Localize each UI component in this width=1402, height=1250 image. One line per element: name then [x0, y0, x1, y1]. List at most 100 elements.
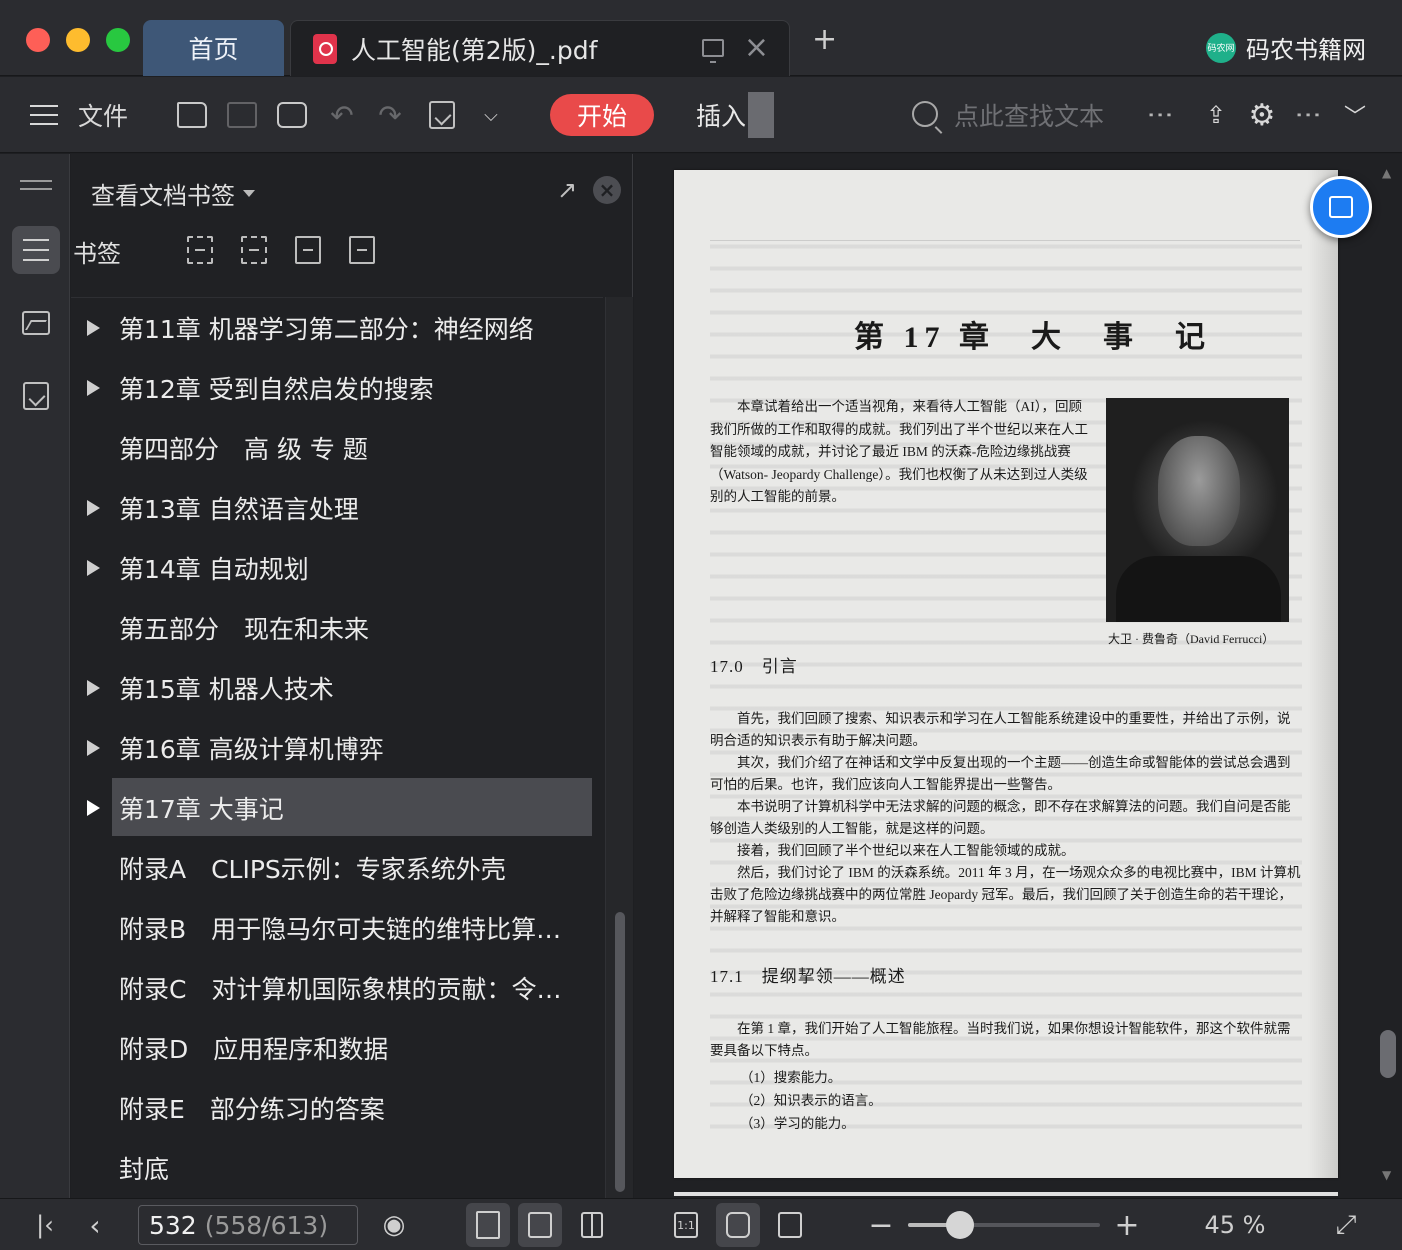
fullscreen-icon[interactable]: ⤢	[1328, 1209, 1364, 1241]
close-tab-icon[interactable]: ×	[744, 33, 769, 63]
first-page-icon[interactable]: |‹	[30, 1209, 60, 1241]
scroll-up-icon[interactable]: ▲	[1382, 166, 1391, 180]
zoom-in-icon[interactable]: +	[1112, 1208, 1142, 1243]
tab-document[interactable]: 人工智能(第2版)_.pdf ×	[290, 20, 790, 76]
bookmarks-panel-button[interactable]	[12, 226, 60, 274]
expand-arrow-icon[interactable]	[87, 680, 100, 696]
bookmark-label: 封底	[119, 1155, 170, 1184]
close-window-button[interactable]	[26, 28, 50, 52]
bookmark-item[interactable]: 附录E 部分练习的答案	[71, 1078, 603, 1138]
search-icon[interactable]	[912, 101, 938, 127]
save-icon[interactable]	[224, 95, 260, 135]
bookmark-item[interactable]: 第17章 大事记	[71, 778, 603, 838]
tab-home[interactable]: 首页	[143, 20, 284, 76]
minimize-window-button[interactable]	[66, 28, 90, 52]
expand-panel-icon[interactable]: ↗	[557, 176, 577, 204]
expand-arrow-icon[interactable]	[87, 800, 100, 816]
two-page-button[interactable]	[570, 1203, 614, 1247]
zoom-out-icon[interactable]: −	[866, 1208, 896, 1243]
redo-icon[interactable]: ↷	[374, 95, 406, 135]
collapse-toolbar-icon[interactable]: ﹀	[1338, 95, 1372, 135]
expand-arrow-icon[interactable]	[87, 560, 100, 576]
bookmark-item[interactable]: 附录A CLIPS示例：专家系统外壳	[71, 838, 603, 898]
single-page-button[interactable]	[518, 1203, 562, 1247]
collapse-all-icon[interactable]	[241, 236, 267, 264]
bookmark-item[interactable]: 第15章 机器人技术	[71, 658, 603, 718]
expand-arrow-icon[interactable]	[87, 320, 100, 336]
bookmark-item[interactable]: 第12章 受到自然启发的搜索	[71, 358, 603, 418]
page-boundary	[674, 1192, 1338, 1196]
zoom-slider-knob[interactable]	[945, 1211, 974, 1239]
continuous-scroll-button[interactable]	[466, 1203, 510, 1247]
remove-bookmark-icon[interactable]	[349, 236, 375, 264]
chevron-down-icon[interactable]: ⌵	[478, 95, 504, 135]
paragraph: 在第 1 章，我们开始了人工智能旅程。当时我们说，如果你想设计智能软件，那这个软…	[710, 1021, 1291, 1058]
pdf-page[interactable]: 第 17 章 大 事 记 本章试着给出一个适当视角，来看待人工智能（AI），回顾…	[674, 170, 1338, 1178]
bookmark-item[interactable]: 第五部分 现在和未来	[71, 598, 603, 658]
document-viewer: 第 17 章 大 事 记 本章试着给出一个适当视角，来看待人工智能（AI），回顾…	[634, 154, 1402, 1198]
bookmark-scrollbar[interactable]	[605, 297, 633, 1198]
bookmarks-heading: 书签	[73, 240, 121, 268]
toolbar-scroll-indicator[interactable]	[748, 92, 774, 138]
tab-insert[interactable]: 插入	[696, 95, 746, 135]
bookmark-item[interactable]: 附录B 用于隐马尔可夫链的维特比算…	[71, 898, 603, 958]
signature-panel-button[interactable]	[12, 372, 60, 420]
bookmark-item[interactable]: 第13章 自然语言处理	[71, 478, 603, 538]
expand-all-icon[interactable]	[187, 236, 213, 264]
search-input[interactable]: 点此查找文本	[954, 95, 1104, 135]
thumbnails-panel-button[interactable]	[12, 299, 60, 347]
zoom-slider[interactable]	[908, 1211, 1100, 1239]
new-tab-button[interactable]: +	[812, 25, 837, 55]
bookmark-item[interactable]: 附录C 对计算机国际象棋的贡献：令…	[71, 958, 603, 1018]
panel-title-dropdown[interactable]: 查看文档书签	[91, 176, 255, 211]
previous-page-icon[interactable]: ‹	[80, 1209, 110, 1242]
bleed-through-texture	[710, 230, 1302, 1130]
gear-icon[interactable]: ⚙	[1246, 95, 1278, 135]
bookmark-label: 第17章 大事记	[119, 795, 284, 824]
sign-icon[interactable]	[424, 95, 460, 135]
fit-page-icon	[726, 1212, 750, 1238]
bookmark-label: 附录C 对计算机国际象棋的贡献：令…	[119, 975, 562, 1004]
expand-arrow-icon[interactable]	[87, 380, 100, 396]
bookmark-label: 附录A CLIPS示例：专家系统外壳	[119, 855, 506, 884]
undo-icon[interactable]: ↶	[326, 95, 358, 135]
more-options-icon[interactable]: ⋮	[1293, 95, 1323, 135]
bookmark-item[interactable]: 封底	[71, 1138, 603, 1198]
eye-icon[interactable]: ◉	[374, 1209, 414, 1241]
paragraph: 首先，我们回顾了搜索、知识表示和学习在人工智能系统建设中的重要性，并给出了示例，…	[710, 711, 1291, 748]
monitor-icon[interactable]	[701, 39, 724, 63]
bookmark-scrollbar-thumb[interactable]	[615, 912, 625, 1192]
convert-float-button[interactable]	[1310, 176, 1372, 238]
bookmark-item[interactable]: 第四部分 高 级 专 题	[71, 418, 603, 478]
fit-width-icon	[778, 1212, 802, 1238]
page-number-field[interactable]: 532 (558/613)	[138, 1205, 358, 1245]
brand: 码农网 码农书籍网	[1206, 30, 1366, 65]
more-divider-icon: ⋮	[1145, 102, 1175, 128]
bookmark-label: 第11章 机器学习第二部分：神经网络	[119, 315, 534, 344]
expand-arrow-icon[interactable]	[87, 740, 100, 756]
bookmark-item[interactable]: 第14章 自动规划	[71, 538, 603, 598]
share-icon[interactable]: ⇪	[1200, 95, 1232, 135]
scroll-down-icon[interactable]: ▼	[1382, 1168, 1391, 1182]
tab-start[interactable]: 开始	[550, 94, 654, 136]
paragraph: 本书说明了计算机科学中无法求解的问题的概念，即不存在求解算法的问题。我们自问是否…	[710, 799, 1291, 836]
menu-icon[interactable]	[30, 95, 58, 135]
print-icon[interactable]	[274, 95, 310, 135]
actual-size-button[interactable]: 1:1	[664, 1203, 708, 1247]
zoom-level[interactable]: 45 %	[1200, 1209, 1270, 1241]
zoom-window-button[interactable]	[106, 28, 130, 52]
add-bookmark-icon[interactable]	[295, 236, 321, 264]
expand-arrow-icon[interactable]	[87, 500, 100, 516]
file-menu[interactable]: 文件	[78, 95, 128, 135]
close-panel-icon[interactable]: ×	[593, 176, 621, 204]
bookmark-item[interactable]: 附录D 应用程序和数据	[71, 1018, 603, 1078]
bookmark-panel: 查看文档书签 ↗ × 书签 第11章 机器学习第二部分：神经网络第12章 受到自…	[71, 154, 633, 1198]
bookmark-item[interactable]: 第16章 高级计算机博弈	[71, 718, 603, 778]
rail-handle-icon[interactable]	[20, 180, 52, 190]
document-scrollbar-thumb[interactable]	[1380, 1030, 1396, 1078]
bookmark-item[interactable]: 第11章 机器学习第二部分：神经网络	[71, 298, 603, 358]
fit-width-button[interactable]	[768, 1203, 812, 1247]
panel-title: 查看文档书签	[91, 182, 235, 210]
fit-page-button[interactable]	[716, 1203, 760, 1247]
open-folder-icon[interactable]	[174, 95, 210, 135]
